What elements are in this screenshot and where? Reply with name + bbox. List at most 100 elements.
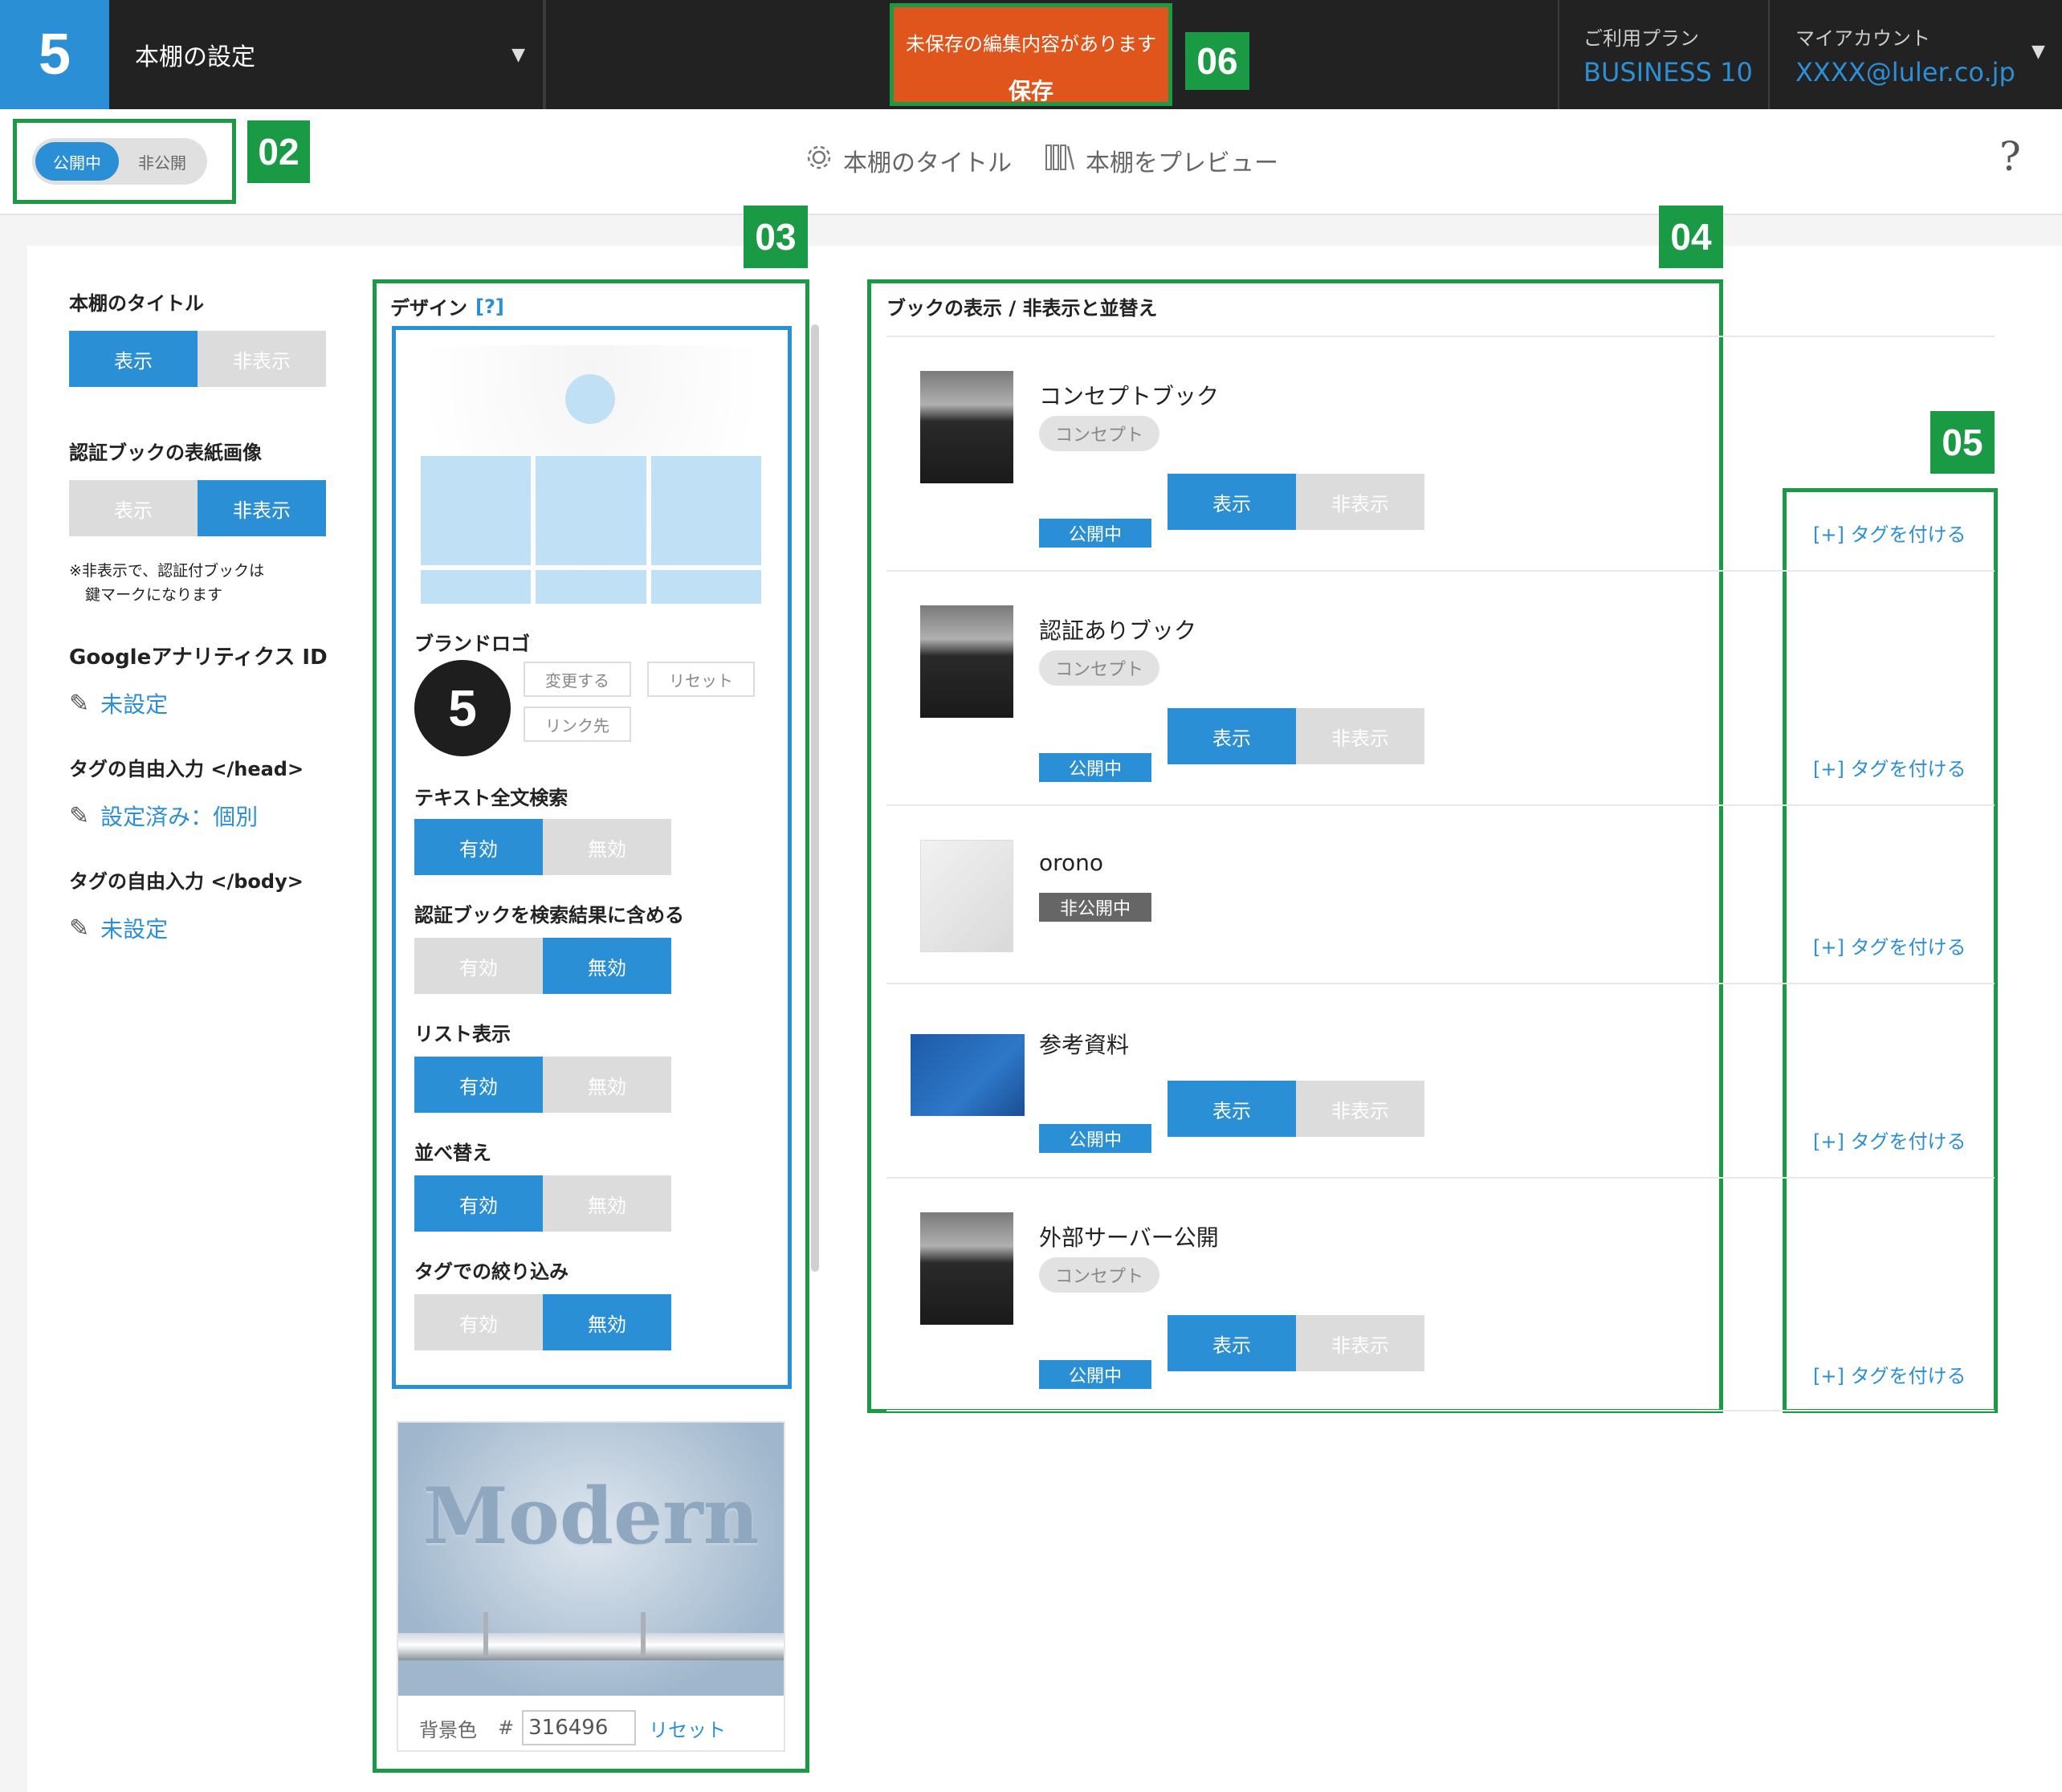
- shelf-title-toggle: 表示 非表示: [69, 331, 326, 387]
- publish-on-option[interactable]: 公開中: [35, 142, 119, 181]
- fulltext-search-toggle: 有効 無効: [414, 819, 671, 875]
- tag-filter-enable-button[interactable]: 有効: [414, 1294, 543, 1350]
- book-show-button[interactable]: 表示: [1168, 1315, 1296, 1371]
- sort-heading: 並べ替え: [414, 1142, 491, 1164]
- divider: [886, 570, 1995, 572]
- book-hide-button[interactable]: 非表示: [1296, 474, 1424, 530]
- add-tag-link[interactable]: [+] タグを付ける: [1813, 1360, 1966, 1388]
- divider: [886, 336, 1995, 337]
- list-view-enable-button[interactable]: 有効: [414, 1057, 543, 1113]
- book-thumbnail: [920, 371, 1013, 483]
- cover-image-heading: 認証ブックの表紙画像: [69, 442, 262, 464]
- book-thumbnail: [920, 1212, 1013, 1325]
- pencil-icon: ✎: [69, 801, 90, 830]
- cover-note-line-2: 鍵マークになります: [85, 586, 223, 604]
- divider: [1768, 0, 1770, 109]
- save-button[interactable]: 未保存の編集内容があります 保存: [890, 3, 1172, 106]
- account-menu[interactable]: マイアカウント XXXX@luler.co.jp: [1795, 22, 2015, 88]
- grid-cell: [536, 570, 646, 604]
- logo-link-button[interactable]: リンク先: [524, 707, 631, 742]
- book-title: 認証ありブック: [1039, 617, 1197, 644]
- callout-06: 06: [1185, 32, 1249, 90]
- change-logo-button[interactable]: 変更する: [524, 662, 631, 697]
- ga-setting[interactable]: ✎ 未設定: [69, 687, 168, 719]
- book-hide-button[interactable]: 非表示: [1296, 1315, 1424, 1371]
- callout-05: 05: [1930, 411, 1995, 474]
- include-auth-disable-button[interactable]: 無効: [543, 938, 671, 994]
- reset-logo-button[interactable]: リセット: [647, 662, 755, 697]
- status-badge: 公開中: [1039, 753, 1151, 782]
- grid-preview: [421, 456, 761, 605]
- add-tag-link[interactable]: [+] タグを付ける: [1813, 1126, 1966, 1154]
- tag-filter-toggle: 有効 無効: [414, 1294, 671, 1350]
- cover-image-show-button[interactable]: 表示: [69, 480, 198, 536]
- shelf-selector[interactable]: 本棚の設定 ▼: [109, 0, 544, 109]
- add-tag-link[interactable]: [+] タグを付ける: [1813, 753, 1966, 781]
- list-view-heading: リスト表示: [414, 1023, 511, 1045]
- shelf-title-link[interactable]: 本棚のタイトル: [805, 143, 1012, 178]
- tag-filter-heading: タグでの絞り込み: [414, 1261, 568, 1283]
- chevron-down-icon[interactable]: ▼: [2031, 42, 2045, 62]
- preview-link-label: 本棚をプレビュー: [1086, 149, 1278, 177]
- book-visibility-toggle: 表示 非表示: [1168, 1081, 1424, 1137]
- design-heading-row: デザイン [?]: [390, 292, 504, 320]
- design-scrollbar[interactable]: [811, 324, 819, 1272]
- plan-value: BUSINESS 10: [1583, 57, 1753, 88]
- include-auth-enable-button[interactable]: 有効: [414, 938, 543, 994]
- book-hide-button[interactable]: 非表示: [1296, 1081, 1424, 1137]
- book-show-button[interactable]: 表示: [1168, 474, 1296, 530]
- help-icon[interactable]: ?: [1999, 133, 2021, 180]
- save-label: 保存: [1008, 78, 1053, 104]
- plan-label: ご利用プラン: [1583, 27, 1699, 50]
- book-thumbnail: [911, 1034, 1025, 1116]
- list-view-disable-button[interactable]: 無効: [543, 1057, 671, 1113]
- unsaved-notice: 未保存の編集内容があります: [906, 33, 1156, 55]
- body-tag-heading: タグの自由入力 </body>: [69, 870, 304, 893]
- callout-03: 03: [744, 206, 808, 268]
- shelf-title-heading: 本棚のタイトル: [69, 292, 204, 315]
- callout-04: 04: [1659, 206, 1723, 268]
- divider: [544, 0, 546, 109]
- include-auth-heading: 認証ブックを検索結果に含める: [414, 904, 684, 927]
- book-show-button[interactable]: 表示: [1168, 708, 1296, 764]
- account-email: XXXX@luler.co.jp: [1795, 57, 2015, 88]
- grid-cell: [650, 456, 761, 565]
- tag-filter-disable-button[interactable]: 無効: [543, 1294, 671, 1350]
- brand-logo-heading: ブランドロゴ: [414, 633, 530, 655]
- shelf-rail: [398, 1633, 784, 1660]
- book-hide-button[interactable]: 非表示: [1296, 708, 1424, 764]
- status-badge: 非公開中: [1039, 893, 1151, 922]
- fulltext-enable-button[interactable]: 有効: [414, 819, 543, 875]
- bg-color-reset-link[interactable]: リセット: [649, 1714, 726, 1742]
- book-thumbnail: [920, 840, 1013, 952]
- grid-cell: [421, 456, 532, 565]
- theme-preview: Modern: [398, 1423, 784, 1696]
- sort-enable-button[interactable]: 有効: [414, 1175, 543, 1232]
- gear-icon: [805, 143, 833, 178]
- book-list-heading: ブックの表示 / 非表示と並替え: [886, 297, 1158, 320]
- status-badge: 公開中: [1039, 1124, 1151, 1153]
- add-tag-link[interactable]: [+] タグを付ける: [1813, 519, 1966, 547]
- shelf-title-hide-button[interactable]: 非表示: [198, 331, 326, 387]
- callout-02: 02: [247, 120, 310, 183]
- design-help-link[interactable]: [?]: [475, 295, 504, 318]
- app-logo[interactable]: 5: [0, 0, 109, 109]
- book-tag: コンセプト: [1039, 1257, 1159, 1293]
- preview-link[interactable]: 本棚をプレビュー: [1044, 143, 1278, 178]
- book-show-button[interactable]: 表示: [1168, 1081, 1296, 1137]
- head-tag-setting[interactable]: ✎ 設定済み：個別: [69, 800, 258, 832]
- bg-color-input[interactable]: 316496: [522, 1710, 637, 1745]
- cover-image-hide-button[interactable]: 非表示: [198, 480, 326, 536]
- publish-off-option[interactable]: 非公開: [120, 142, 204, 181]
- book-visibility-toggle: 表示 非表示: [1168, 1315, 1424, 1371]
- sort-disable-button[interactable]: 無効: [543, 1175, 671, 1232]
- fulltext-disable-button[interactable]: 無効: [543, 819, 671, 875]
- body-tag-setting[interactable]: ✎ 未設定: [69, 912, 168, 944]
- divider: [886, 1410, 1995, 1411]
- shelf-title-show-button[interactable]: 表示: [69, 331, 198, 387]
- head-tag-heading: タグの自由入力 </head>: [69, 758, 304, 780]
- add-tag-link[interactable]: [+] タグを付ける: [1813, 931, 1966, 959]
- shelf-bracket: [483, 1612, 488, 1657]
- cover-image-toggle: 表示 非表示: [69, 480, 326, 536]
- status-badge: 公開中: [1039, 519, 1151, 548]
